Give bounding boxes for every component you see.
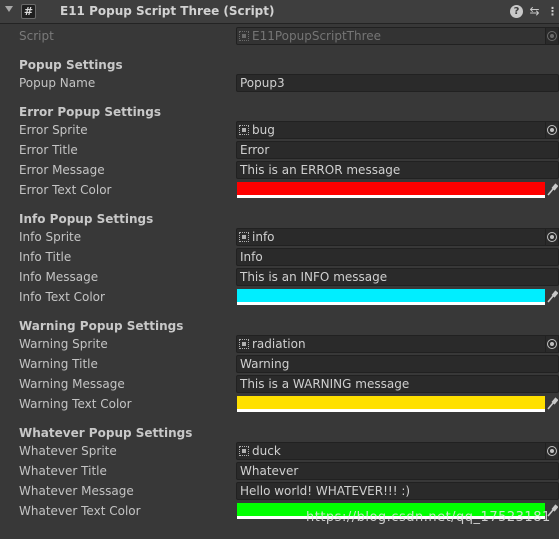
object-picker-icon	[547, 125, 557, 135]
eyedropper-icon	[547, 183, 558, 196]
warning-color-label: Warning Text Color	[19, 397, 132, 411]
foldout-arrow-icon[interactable]	[5, 6, 13, 12]
error-color-field[interactable]	[236, 181, 546, 199]
script-asset-icon	[239, 31, 249, 41]
info-title-label: Info Title	[19, 250, 72, 264]
error-message-label: Error Message	[19, 163, 105, 177]
warning-sprite-picker-button[interactable]	[546, 335, 559, 353]
script-picker-button	[546, 27, 559, 45]
warning-sprite-field[interactable]: radiation	[236, 335, 546, 353]
warning-title-label: Warning Title	[19, 357, 98, 371]
info-color-label: Info Text Color	[19, 290, 105, 304]
warning-title-input[interactable]: Warning	[236, 355, 559, 373]
error-color-label: Error Text Color	[19, 183, 112, 197]
whatever-message-input[interactable]: Hello world! WHATEVER!!! :)	[236, 482, 559, 500]
script-field: E11PopupScriptThree	[236, 27, 546, 45]
object-picker-icon	[547, 446, 557, 456]
alpha-bar	[237, 409, 545, 412]
help-icon[interactable]: ?	[510, 5, 523, 18]
info-sprite-field[interactable]: info	[236, 228, 546, 246]
popup-name-label: Popup Name	[19, 76, 96, 90]
error-sprite-picker-button[interactable]	[546, 121, 559, 139]
info-color-swatch[interactable]	[237, 289, 545, 302]
alpha-bar	[237, 195, 545, 198]
error-sprite-value: bug	[252, 123, 275, 137]
info-message-label: Info Message	[19, 270, 99, 284]
whatever-sprite-label: Whatever Sprite	[19, 444, 117, 458]
popup-name-input[interactable]: Popup3	[236, 74, 559, 92]
error-title-input[interactable]: Error	[236, 141, 559, 159]
whatever-sprite-field[interactable]: duck	[236, 442, 546, 460]
sprite-asset-icon	[239, 125, 249, 135]
component-header[interactable]: # E11 Popup Script Three (Script) ? ⇆ ⋮	[0, 0, 559, 24]
error-settings-header: Error Popup Settings	[19, 105, 161, 119]
object-picker-icon	[547, 31, 557, 41]
alpha-bar	[237, 302, 545, 305]
info-message-input[interactable]: This is an INFO message	[236, 268, 559, 286]
whatever-sprite-picker-button[interactable]	[546, 442, 559, 460]
info-sprite-picker-button[interactable]	[546, 228, 559, 246]
whatever-title-input[interactable]: Whatever	[236, 462, 559, 480]
eyedropper-icon	[547, 290, 558, 303]
object-picker-icon	[547, 339, 557, 349]
warning-eyedropper-button[interactable]	[546, 395, 559, 413]
error-color-swatch[interactable]	[237, 182, 545, 195]
warning-sprite-label: Warning Sprite	[19, 337, 108, 351]
whatever-sprite-value: duck	[252, 444, 281, 458]
warning-message-input[interactable]: This is a WARNING message	[236, 375, 559, 393]
object-picker-icon	[547, 232, 557, 242]
info-eyedropper-button[interactable]	[546, 288, 559, 306]
warning-sprite-value: radiation	[252, 337, 306, 351]
script-label: Script	[19, 29, 54, 43]
info-color-field[interactable]	[236, 288, 546, 306]
error-sprite-field[interactable]: bug	[236, 121, 546, 139]
whatever-color-label: Whatever Text Color	[19, 504, 141, 518]
error-title-label: Error Title	[19, 143, 78, 157]
sprite-asset-icon	[239, 232, 249, 242]
component-title: E11 Popup Script Three (Script)	[60, 4, 275, 18]
sprite-asset-icon	[239, 446, 249, 456]
whatever-message-label: Whatever Message	[19, 484, 134, 498]
info-sprite-label: Info Sprite	[19, 230, 82, 244]
script-component-icon: #	[21, 4, 36, 19]
watermark: https://blog.csdn.net/qq_17523181	[306, 510, 551, 525]
sprite-asset-icon	[239, 339, 249, 349]
script-value: E11PopupScriptThree	[252, 29, 382, 43]
error-eyedropper-button[interactable]	[546, 181, 559, 199]
warning-settings-header: Warning Popup Settings	[19, 319, 184, 333]
eyedropper-icon	[547, 397, 558, 410]
more-options-icon[interactable]: ⋮	[546, 5, 559, 18]
error-message-input[interactable]: This is an ERROR message	[236, 161, 559, 179]
whatever-title-label: Whatever Title	[19, 464, 107, 478]
whatever-settings-header: Whatever Popup Settings	[19, 426, 193, 440]
info-settings-header: Info Popup Settings	[19, 212, 154, 226]
warning-color-field[interactable]	[236, 395, 546, 413]
info-title-input[interactable]: Info	[236, 248, 559, 266]
error-sprite-label: Error Sprite	[19, 123, 88, 137]
warning-color-swatch[interactable]	[237, 396, 545, 409]
presets-icon[interactable]: ⇆	[528, 5, 541, 18]
info-sprite-value: info	[252, 230, 275, 244]
popup-settings-header: Popup Settings	[19, 58, 123, 72]
warning-message-label: Warning Message	[19, 377, 125, 391]
